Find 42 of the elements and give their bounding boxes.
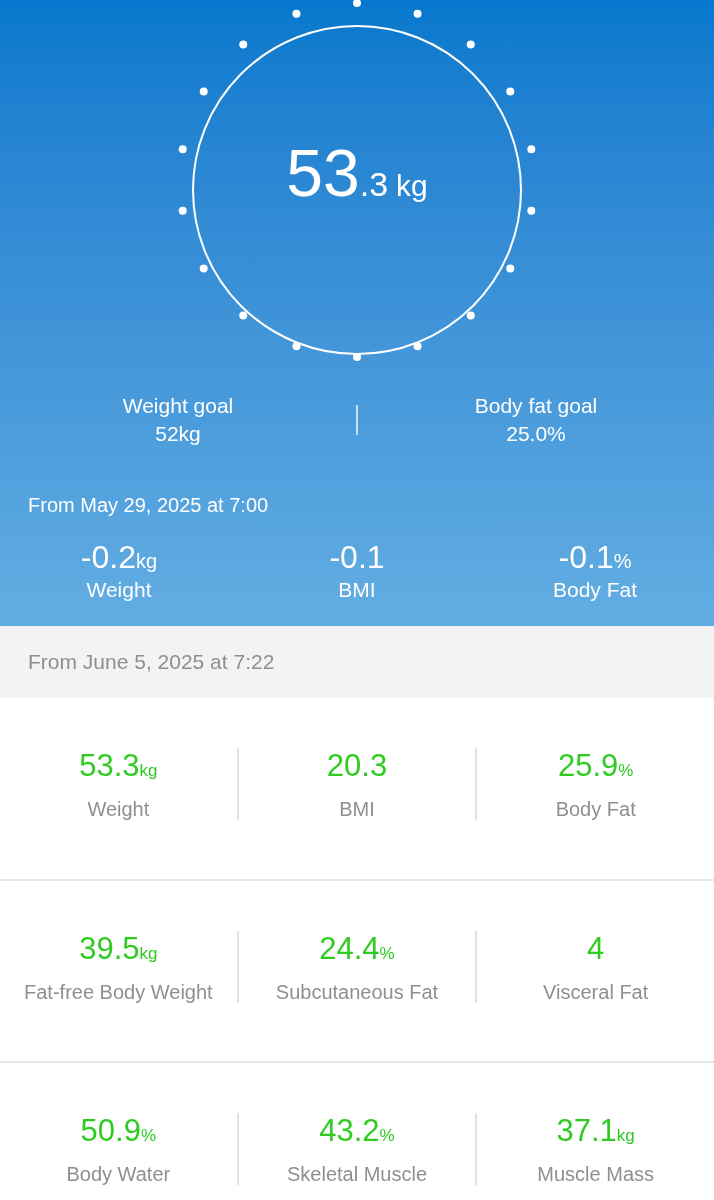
metric-value: 20.3 (326, 748, 388, 784)
metric-value: 37.1 (556, 1113, 617, 1149)
change-value: -0.1 (558, 538, 614, 576)
change-label: Body Fat (552, 577, 637, 603)
metric-unit: kg (139, 944, 158, 965)
measurement-date: From June 5, 2025 at 7:22 (0, 626, 714, 698)
change-value: -0.2 (80, 538, 136, 576)
metric-value: 53.3 (79, 748, 140, 784)
goal-label: Body fat goal (474, 393, 598, 419)
weight-unit: kg (396, 171, 428, 201)
metric-label: Body Water (66, 1162, 171, 1187)
metric-label: Weight (87, 797, 150, 822)
metric-label: BMI (339, 797, 375, 822)
change-value: -0.1 (329, 538, 385, 576)
metric-label: Muscle Mass (537, 1162, 655, 1187)
weight-value: 53 (286, 140, 360, 206)
change-label: BMI (338, 577, 376, 603)
change-since-text: From May 29, 2025 at 7:00 (27, 493, 270, 518)
metric-label: Visceral Fat (543, 980, 649, 1005)
metric-value: 39.5 (79, 931, 140, 967)
change-unit: % (613, 550, 632, 574)
metric-value: 4 (587, 931, 605, 967)
metric-label: Skeletal Muscle (286, 1162, 428, 1187)
metric-unit: kg (139, 761, 158, 782)
metric-label: Body Fat (555, 797, 636, 822)
goal-label: Weight goal (122, 393, 234, 419)
metric-unit: % (618, 760, 634, 782)
goal-value: 52kg (155, 421, 201, 447)
metric-unit: kg (616, 1125, 635, 1147)
change-unit: kg (136, 549, 158, 574)
metric-label: Fat-free Body Weight (24, 980, 213, 1005)
metric-value: 24.4 (319, 931, 380, 967)
metric-value: 50.9 (80, 1113, 141, 1149)
metric-unit: % (140, 1126, 157, 1147)
metric-value: 25.9 (557, 748, 619, 784)
change-label: Weight (86, 577, 152, 603)
metric-unit: % (379, 1126, 395, 1147)
goal-value: 25.0% (506, 421, 566, 447)
metric-label: Subcutaneous Fat (275, 980, 439, 1005)
weight-decimal: .3 (359, 167, 389, 201)
metric-unit: % (379, 944, 395, 965)
metric-value: 43.2 (319, 1113, 380, 1149)
